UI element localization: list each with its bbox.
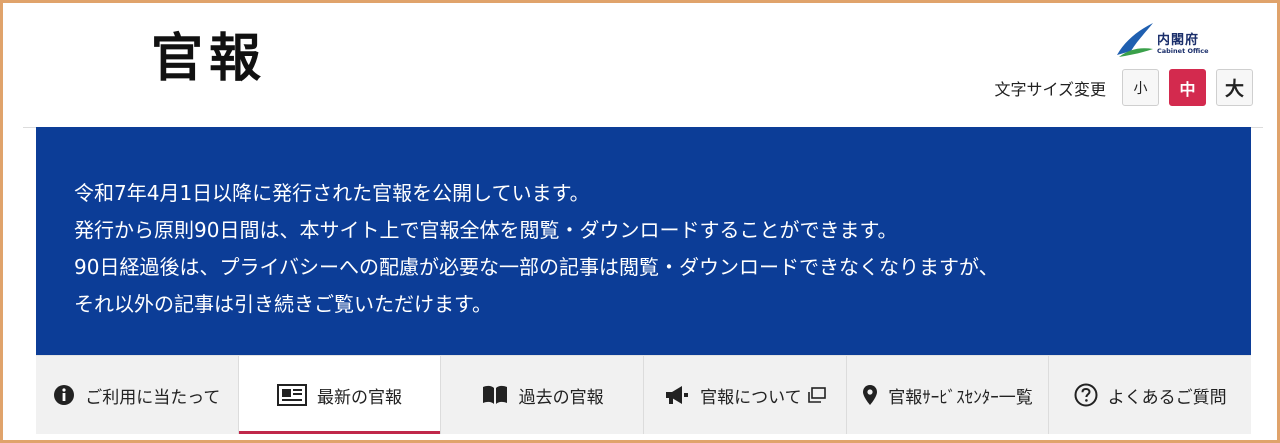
- notice-line: 発行から原則90日間は、本サイト上で官報全体を閲覧・ダウンロードすることができま…: [74, 218, 898, 242]
- book-icon: [481, 384, 509, 406]
- notice-line: 令和7年4月1日以降に発行された官報を公開しています。: [74, 181, 590, 205]
- nav-item-label: 最新の官報: [317, 387, 402, 408]
- nav-item-label: 官報について: [700, 387, 802, 408]
- org-name: 内閣府: [1157, 33, 1200, 48]
- nav-item-label: よくあるご質問: [1107, 387, 1227, 408]
- notice-banner: 令和7年4月1日以降に発行された官報を公開しています。 発行から原則90日間は、…: [36, 127, 1251, 355]
- font-size-switcher: 文字サイズ変更 小 中 大: [994, 69, 1253, 106]
- nav-item-label: 過去の官報: [518, 387, 604, 408]
- question-circle-icon: [1074, 383, 1098, 407]
- nav-item-faq[interactable]: よくあるご質問: [1049, 356, 1252, 434]
- cabinet-office-emblem-icon: [1117, 23, 1153, 57]
- font-size-large-button[interactable]: 大: [1216, 69, 1253, 106]
- font-size-small-button[interactable]: 小: [1122, 69, 1159, 106]
- map-pin-icon: [862, 384, 878, 406]
- nav-item-label: 官報ｻｰﾋﾞｽｾﾝﾀｰ一覧: [888, 387, 1033, 408]
- info-icon: [53, 384, 75, 406]
- page-frame: 官報 内閣府 Cabinet Office 文字サイズ変更 小 中 大 令和7年…: [0, 0, 1280, 443]
- font-size-medium-button[interactable]: 中: [1169, 69, 1206, 106]
- nav-item-about[interactable]: 官報について: [644, 356, 847, 434]
- notice-line: 90日経過後は、プライバシーへの配慮が必要な一部の記事は閲覧・ダウンロードできな…: [74, 255, 999, 279]
- site-header: 官報 内閣府 Cabinet Office 文字サイズ変更 小 中 大: [23, 7, 1263, 128]
- nav-item-latest[interactable]: 最新の官報: [238, 356, 442, 434]
- main-nav: ご利用に当たって 最新の官報 過去の官報 官報について 官報ｻｰﾋﾞｽｾﾝﾀｰ一…: [36, 355, 1252, 434]
- nav-item-past[interactable]: 過去の官報: [441, 356, 645, 434]
- site-logo[interactable]: 官報: [151, 33, 267, 85]
- font-size-label: 文字サイズ変更: [994, 79, 1106, 99]
- megaphone-icon: [664, 384, 690, 406]
- nav-item-service-centers[interactable]: 官報ｻｰﾋﾞｽｾﾝﾀｰ一覧: [846, 356, 1050, 434]
- external-window-icon: [807, 387, 826, 403]
- newspaper-icon: [277, 384, 307, 406]
- notice-line: それ以外の記事は引き続きご覧いただけます。: [74, 292, 492, 316]
- nav-item-label: ご利用に当たって: [85, 387, 221, 408]
- cabinet-office-logo[interactable]: 内閣府 Cabinet Office: [1115, 19, 1215, 63]
- org-sub: Cabinet Office: [1157, 47, 1209, 55]
- nav-item-usage[interactable]: ご利用に当たって: [36, 356, 239, 434]
